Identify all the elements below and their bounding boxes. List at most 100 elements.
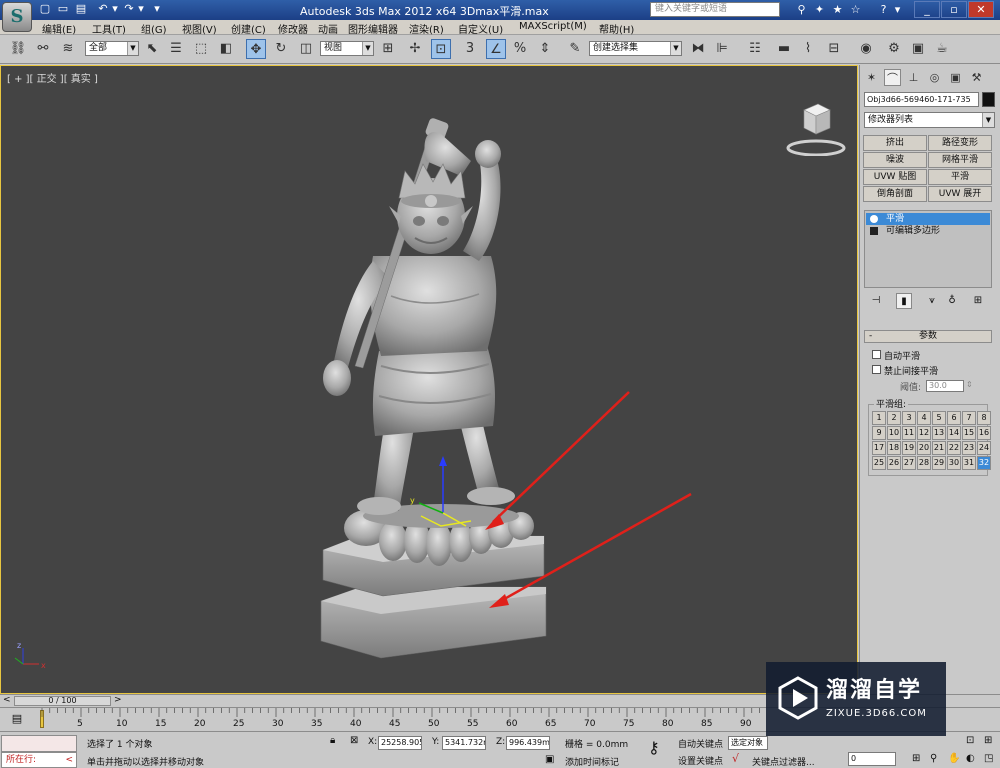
mini-curve-editor-icon[interactable]: ▤	[8, 711, 26, 727]
snaps-toggle-icon[interactable]: 3	[460, 39, 480, 59]
smoothing-group-button[interactable]: 23	[962, 441, 976, 455]
current-frame-field[interactable]: 0	[848, 752, 896, 766]
rendered-frame-window-icon[interactable]: ▣	[908, 39, 928, 59]
align-icon[interactable]: ⊫	[712, 39, 732, 59]
menu-create[interactable]: 创建(C)	[231, 21, 266, 36]
menu-views[interactable]: 视图(V)	[182, 21, 217, 36]
restore-button[interactable]: ▫	[941, 1, 967, 18]
smoothing-group-button[interactable]: 24	[977, 441, 991, 455]
smoothing-group-button[interactable]: 32	[977, 456, 991, 470]
stack-item-smooth[interactable]: 平滑	[866, 213, 990, 225]
hierarchy-tab-icon[interactable]: ⊥	[905, 69, 922, 86]
absolute-mode-icon[interactable]: ⊠	[350, 735, 358, 746]
smoothing-group-button[interactable]: 15	[962, 426, 976, 440]
help-icon[interactable]: ?	[876, 2, 891, 17]
next-frame-button[interactable]: >	[114, 695, 122, 705]
time-tag-icon[interactable]: ▣	[545, 754, 554, 765]
object-name-field[interactable]: Obj3d66-569460-171-735	[864, 92, 979, 107]
menu-customize[interactable]: 自定义(U)	[458, 21, 503, 36]
y-coord-field[interactable]: 5341.732m	[442, 736, 486, 750]
redo-dropdown-icon[interactable]: ▾	[134, 2, 148, 16]
maxscript-listener-field[interactable]	[1, 735, 77, 752]
select-and-link-icon[interactable]: ⛓	[8, 39, 28, 59]
key-filters-button[interactable]: 关键点过滤器...	[752, 755, 815, 768]
smoothing-group-button[interactable]: 18	[887, 441, 901, 455]
modifier-button-bevel-profile[interactable]: 倒角剖面	[863, 186, 927, 202]
smoothing-group-button[interactable]: 7	[962, 411, 976, 425]
motion-tab-icon[interactable]: ◎	[926, 69, 943, 86]
create-tab-icon[interactable]: ✶	[863, 69, 880, 86]
menu-rendering[interactable]: 渲染(R)	[409, 21, 444, 36]
customize-quick-access-icon[interactable]: ▾	[150, 2, 164, 16]
smoothing-group-button[interactable]: 13	[932, 426, 946, 440]
smoothing-group-button[interactable]: 19	[902, 441, 916, 455]
app-logo-button[interactable]: S	[2, 2, 32, 32]
spinner-arrows-icon[interactable]: ⇕	[966, 380, 973, 389]
prevent-indirect-checkbox[interactable]	[872, 365, 881, 374]
edit-named-selection-icon[interactable]: ✎	[565, 39, 585, 59]
menu-edit[interactable]: 编辑(E)	[42, 21, 76, 36]
select-and-scale-icon[interactable]: ◫	[296, 39, 316, 59]
pan-icon[interactable]: ✋	[948, 753, 960, 764]
modifier-button-path-deform[interactable]: 路径变形	[928, 135, 992, 151]
smoothing-group-button[interactable]: 27	[902, 456, 916, 470]
menu-help[interactable]: 帮助(H)	[599, 21, 634, 36]
smoothing-group-button[interactable]: 28	[917, 456, 931, 470]
smoothing-group-button[interactable]: 30	[947, 456, 961, 470]
smoothing-group-button[interactable]: 1	[872, 411, 886, 425]
spinner-snap-icon[interactable]: ⇕	[535, 39, 555, 59]
make-unique-icon[interactable]: ⩛	[924, 293, 940, 309]
menu-tools[interactable]: 工具(T)	[92, 21, 126, 36]
modifier-button-smooth[interactable]: 平滑	[928, 169, 992, 185]
bind-space-warp-icon[interactable]: ≋	[58, 39, 78, 59]
schematic-view-icon[interactable]: ⊟	[824, 39, 844, 59]
smoothing-group-button[interactable]: 29	[932, 456, 946, 470]
zoom-all-icon[interactable]: ⊞	[984, 735, 992, 746]
time-slider-thumb[interactable]: 0 / 100	[14, 696, 111, 706]
material-editor-icon[interactable]: ◉	[856, 39, 876, 59]
select-and-rotate-icon[interactable]: ↻	[271, 39, 291, 59]
expand-icon[interactable]	[870, 227, 878, 235]
smoothing-group-button[interactable]: 12	[917, 426, 931, 440]
smoothing-group-button[interactable]: 5	[932, 411, 946, 425]
selected-object-dropdown[interactable]: 选定对象	[728, 736, 768, 750]
help-dropdown-icon[interactable]: ▾	[890, 2, 905, 17]
ribbon-icon[interactable]: ▬	[774, 39, 794, 59]
stack-item-editable-poly[interactable]: 可编辑多边形	[866, 225, 990, 237]
smoothing-group-button[interactable]: 26	[887, 456, 901, 470]
lightbulb-icon[interactable]	[870, 215, 878, 223]
smoothing-group-button[interactable]: 9	[872, 426, 886, 440]
window-crossing-icon[interactable]: ◧	[216, 39, 236, 59]
threshold-spinner[interactable]: 30.0	[926, 380, 964, 392]
selection-filter-dropdown[interactable]: 全部 ▼	[85, 41, 139, 56]
modifier-list-dropdown[interactable]: 修改器列表 ▼	[864, 112, 995, 128]
modifier-button-noise[interactable]: 噪波	[863, 152, 927, 168]
maximize-viewport-icon[interactable]: ◳	[984, 753, 993, 764]
modifier-button-meshsmooth[interactable]: 网格平滑	[928, 152, 992, 168]
undo-dropdown-icon[interactable]: ▾	[108, 2, 122, 16]
time-config-icon[interactable]: ⊞	[912, 753, 920, 764]
select-and-manipulate-icon[interactable]: ✢	[405, 39, 425, 59]
pivot-center-icon[interactable]: ⊞	[378, 39, 398, 59]
render-setup-icon[interactable]: ⚙	[884, 39, 904, 59]
x-coord-field[interactable]: 25258.905	[378, 736, 422, 750]
unlink-icon[interactable]: ⚯	[33, 39, 53, 59]
modify-tab-icon[interactable]: ⌒	[884, 69, 901, 86]
smoothing-group-button[interactable]: 8	[977, 411, 991, 425]
auto-smooth-checkbox[interactable]	[872, 350, 881, 359]
save-file-icon[interactable]: ▤	[74, 2, 88, 16]
zoom-extents-icon[interactable]: ⊡	[966, 735, 974, 746]
selection-lock-icon[interactable]: 🔒︎	[330, 735, 335, 746]
object-color-swatch[interactable]	[982, 92, 995, 107]
zoom-icon[interactable]: ⚲	[930, 753, 937, 764]
modifier-button-unwrap-uvw[interactable]: UVW 展开	[928, 186, 992, 202]
smoothing-group-button[interactable]: 20	[917, 441, 931, 455]
open-file-icon[interactable]: ▭	[56, 2, 70, 16]
select-object-icon[interactable]: ⬉	[142, 39, 162, 59]
communication-icon[interactable]: ★	[830, 2, 845, 17]
rectangular-selection-icon[interactable]: ⬚	[191, 39, 211, 59]
smoothing-group-button[interactable]: 22	[947, 441, 961, 455]
smoothing-group-button[interactable]: 21	[932, 441, 946, 455]
show-end-result-icon[interactable]: ▮	[896, 293, 912, 309]
configure-modifier-sets-icon[interactable]: ⊞	[970, 293, 986, 309]
